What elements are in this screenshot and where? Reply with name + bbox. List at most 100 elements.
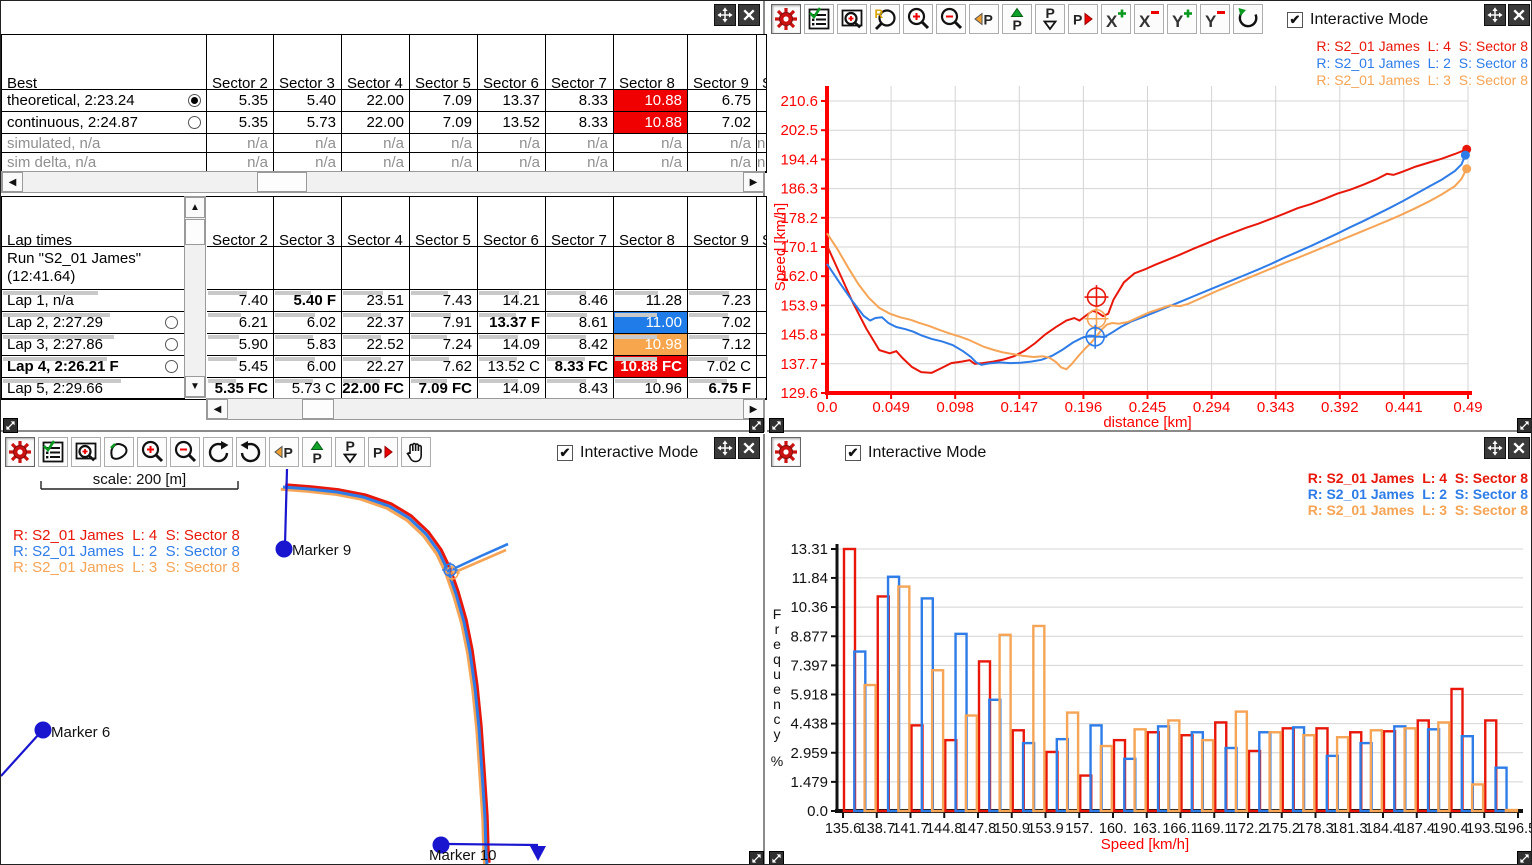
close-panel-button[interactable]	[1508, 437, 1530, 459]
map-legend: R: S2_01 James L: 4 S: Sector 8R: S2_01 …	[13, 528, 240, 576]
row-radio-button[interactable]	[165, 360, 178, 373]
cell-bar	[615, 291, 658, 295]
cell-bar	[343, 313, 381, 317]
resize-grip[interactable]	[769, 851, 784, 865]
close-panel-button[interactable]	[738, 437, 760, 459]
move-panel-button[interactable]	[714, 4, 736, 26]
zoomr-button[interactable]: R	[870, 4, 900, 34]
rotccw-button[interactable]	[236, 437, 266, 467]
zoomdoc-button[interactable]	[837, 4, 867, 34]
svg-text:1.479: 1.479	[790, 774, 828, 791]
zoomout-button[interactable]	[170, 437, 200, 467]
scroll-down-button[interactable]: ▼	[185, 376, 205, 397]
cell-bar	[411, 357, 449, 361]
zoom-in-icon	[905, 6, 931, 32]
sector-cell	[757, 90, 767, 112]
sector-cell: n/a	[478, 134, 546, 153]
interactive-mode-checkbox[interactable]: ✔	[1287, 12, 1303, 28]
svg-text:F: F	[773, 606, 782, 622]
close-panel-button[interactable]	[738, 4, 760, 26]
cell-bar	[3, 357, 107, 361]
cell-bar	[275, 291, 311, 295]
scroll-up-button[interactable]: ▲	[185, 197, 205, 218]
rotcw-button[interactable]	[203, 437, 233, 467]
interactive-mode-toggle[interactable]: ✔ Interactive Mode	[557, 438, 698, 468]
best-table-hscrollbar[interactable]: ◀▶	[1, 171, 765, 193]
yminus-button[interactable]: Y	[1200, 4, 1230, 34]
row-radio-button[interactable]	[165, 316, 178, 329]
sector-cell: n	[757, 134, 767, 153]
hand-button[interactable]	[401, 437, 431, 467]
gear-button[interactable]	[771, 4, 801, 34]
scroll-right-button[interactable]: ▶	[743, 399, 764, 419]
interactive-mode-checkbox[interactable]: ✔	[845, 445, 861, 461]
xplus-button[interactable]: X	[1101, 4, 1131, 34]
zoomdoc-button[interactable]	[71, 437, 101, 467]
zoomin-button[interactable]	[903, 4, 933, 34]
zoomout-button[interactable]	[936, 4, 966, 34]
scroll-left-button[interactable]: ◀	[2, 172, 23, 192]
scroll-thumb[interactable]	[302, 399, 334, 419]
interactive-mode-toggle[interactable]: ✔ Interactive Mode	[845, 438, 986, 468]
move-panel-button[interactable]	[1484, 4, 1506, 26]
svg-text:0.147: 0.147	[1001, 399, 1039, 416]
resize-grip[interactable]	[1517, 851, 1532, 865]
checklist-button[interactable]	[804, 4, 834, 34]
row-radio-button[interactable]	[165, 338, 178, 351]
pleft-button[interactable]: P	[969, 4, 999, 34]
pup-button[interactable]: P	[1002, 4, 1032, 34]
svg-text:%: %	[771, 753, 783, 769]
move-panel-button[interactable]	[1484, 437, 1506, 459]
column-header: Sector 6	[478, 35, 546, 90]
cell-bar	[411, 313, 451, 317]
resize-grip[interactable]	[749, 418, 764, 433]
sector-cell: 7.09 FC	[410, 378, 478, 399]
scroll-thumb[interactable]	[257, 172, 307, 192]
lap-table-hscrollbar[interactable]: ◀▶	[206, 398, 765, 420]
gear-button[interactable]	[771, 437, 801, 467]
svg-text:P: P	[1073, 12, 1082, 28]
svg-text:y: y	[774, 726, 781, 742]
scroll-right-button[interactable]: ▶	[743, 172, 764, 192]
interactive-mode-checkbox[interactable]: ✔	[557, 445, 573, 461]
svg-text:0.294: 0.294	[1193, 399, 1231, 416]
resize-grip[interactable]	[769, 418, 784, 433]
gear-button[interactable]	[5, 437, 35, 467]
row-radio-button[interactable]	[188, 94, 201, 107]
pright-button[interactable]: P	[1068, 4, 1098, 34]
move-icon	[717, 7, 733, 23]
resize-grip[interactable]	[1517, 418, 1532, 433]
pdown-button[interactable]: P	[335, 437, 365, 467]
scroll-thumb[interactable]	[185, 219, 205, 245]
track-map-panel: PPPP ✔ Interactive Mode scale: 200 [m] R…	[1, 434, 765, 865]
svg-text:193.5: 193.5	[1466, 821, 1502, 837]
xminus-button[interactable]: X	[1134, 4, 1164, 34]
svg-text:4.438: 4.438	[790, 716, 828, 733]
resize-grip[interactable]	[3, 418, 18, 433]
cell-bar	[479, 313, 516, 317]
pleft-button[interactable]: P	[269, 437, 299, 467]
yplus-button[interactable]: Y	[1167, 4, 1197, 34]
lap-table-vscrollbar[interactable]: ▲▼	[184, 196, 206, 398]
chart-legend: R: S2_01 James L: 4 S: Sector 8R: S2_01 …	[1316, 38, 1528, 89]
pup-button[interactable]: P	[302, 437, 332, 467]
svg-text:q: q	[773, 651, 781, 667]
sector-cell: 22.27	[342, 356, 410, 378]
interactive-mode-toggle[interactable]: ✔ Interactive Mode	[1287, 5, 1428, 35]
cell-bar	[343, 291, 383, 295]
move-panel-button[interactable]	[714, 437, 736, 459]
column-header: Sector 4	[342, 35, 410, 90]
track-button[interactable]	[104, 437, 134, 467]
row-radio-button[interactable]	[188, 116, 201, 129]
pdown-button[interactable]: P	[1035, 4, 1065, 34]
column-header: Sector 3	[274, 35, 342, 90]
sector-cell: n/a	[688, 134, 757, 153]
reset-button[interactable]	[1233, 4, 1263, 34]
zoomin-button[interactable]	[137, 437, 167, 467]
svg-text:153.9: 153.9	[780, 297, 818, 314]
resize-grip[interactable]	[749, 851, 764, 865]
close-panel-button[interactable]	[1508, 4, 1530, 26]
scroll-left-button[interactable]: ◀	[207, 399, 228, 419]
pright-button[interactable]: P	[368, 437, 398, 467]
checklist-button[interactable]	[38, 437, 68, 467]
